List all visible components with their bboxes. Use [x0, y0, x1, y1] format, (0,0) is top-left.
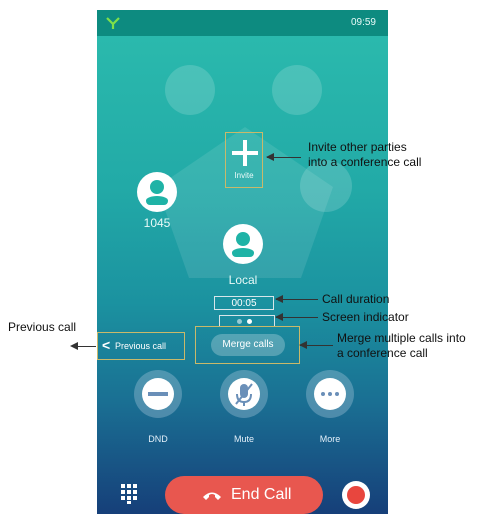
previous-call-label: Previous call: [115, 341, 167, 351]
mic-muted-icon: [228, 378, 260, 410]
empty-slot: [165, 65, 215, 115]
status-time: 09:59: [350, 17, 376, 28]
participant-avatar-icon[interactable]: [223, 224, 263, 264]
plus-icon: [230, 139, 260, 167]
dialpad-icon[interactable]: [121, 484, 141, 504]
mute-button[interactable]: [220, 370, 268, 418]
annotation-previous-call: Previous call: [8, 320, 77, 334]
arrowhead: [299, 341, 307, 349]
record-button[interactable]: [342, 481, 370, 509]
previous-call-button[interactable]: < Previous call: [97, 332, 185, 360]
end-call-button[interactable]: End Call: [165, 476, 323, 514]
participant-avatar-icon[interactable]: [137, 172, 177, 212]
dnd-label: DND: [148, 434, 168, 444]
signal-icon: [106, 17, 120, 29]
end-call-label: End Call: [231, 486, 292, 503]
call-duration: 00:05: [214, 296, 274, 310]
phone-screen: 09:59 Invite 1045 Local 00:05 < Previous…: [97, 10, 388, 514]
record-icon: [347, 486, 365, 504]
hang-up-icon: [203, 492, 221, 500]
more-dots-icon: [314, 378, 346, 410]
empty-slot: [272, 65, 322, 115]
annotation-invite: Invite other parties into a conference c…: [308, 140, 422, 169]
merge-calls-highlight: Merge calls: [195, 326, 300, 364]
arrowhead: [266, 153, 274, 161]
participant-name: 1045: [143, 216, 171, 230]
invite-button[interactable]: Invite: [225, 132, 263, 188]
more-label: More: [319, 434, 341, 444]
merge-calls-button[interactable]: Merge calls: [211, 334, 285, 356]
minus-icon: [142, 378, 174, 410]
annotation-duration: Call duration: [322, 292, 390, 306]
arrowhead: [70, 342, 78, 350]
annotation-screen-indicator: Screen indicator: [322, 310, 409, 324]
arrowhead: [275, 313, 283, 321]
arrowhead: [275, 295, 283, 303]
more-button[interactable]: [306, 370, 354, 418]
chevron-left-icon: <: [102, 337, 111, 353]
participant-name: Local: [228, 273, 258, 287]
dnd-button[interactable]: [134, 370, 182, 418]
annotation-arrow: [76, 346, 96, 347]
invite-label: Invite: [234, 171, 254, 180]
mute-label: Mute: [233, 434, 254, 444]
status-bar: 09:59: [97, 10, 388, 36]
annotation-merge: Merge multiple calls into a conference c…: [337, 331, 466, 360]
